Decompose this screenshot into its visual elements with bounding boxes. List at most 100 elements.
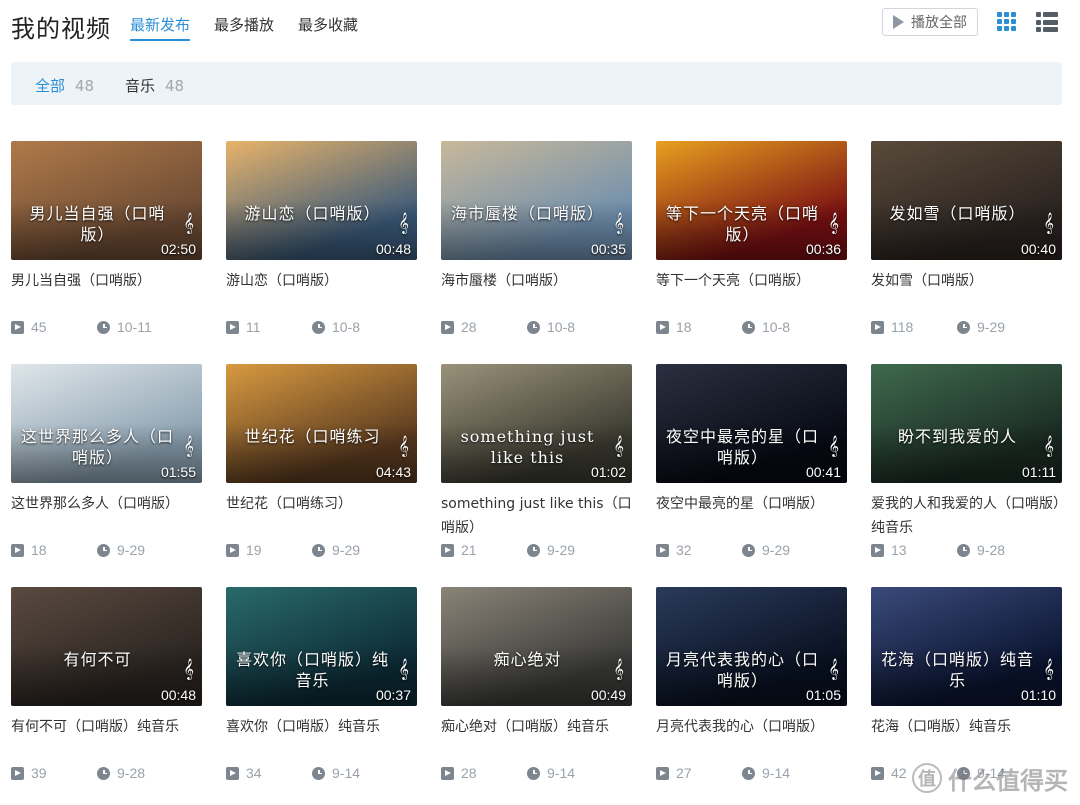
filter-all[interactable]: 全部 48 — [35, 75, 94, 96]
play-count-value: 42 — [891, 765, 907, 781]
upload-date-value: 9-28 — [977, 542, 1006, 558]
play-count-value: 34 — [246, 765, 262, 781]
video-card[interactable]: 痴心绝对 𝄞 00:49 痴心绝对（口哨版）纯音乐 28 9-14 — [441, 587, 632, 797]
video-thumbnail[interactable]: 等下一个天亮（口哨版） 𝄞 00:36 — [656, 141, 847, 260]
video-thumbnail[interactable]: 游山恋（口哨版） 𝄞 00:48 — [226, 141, 417, 260]
video-card[interactable]: 盼不到我爱的人 𝄞 01:11 爱我的人和我爱的人（口哨版）纯音乐 13 9-28 — [871, 364, 1062, 574]
video-meta: 28 10-8 — [441, 319, 632, 337]
video-meta: 27 9-14 — [656, 765, 847, 783]
music-note-icon: 𝄞 — [1043, 213, 1054, 234]
video-card[interactable]: 男儿当自强（口哨版） 𝄞 02:50 男儿当自强（口哨版） 45 10-11 — [11, 141, 202, 351]
video-title[interactable]: 游山恋（口哨版） — [226, 269, 417, 293]
video-thumbnail[interactable]: 世纪花（口哨练习 𝄞 04:43 — [226, 364, 417, 483]
play-count: 32 — [656, 542, 692, 558]
thumbnail-caption: 有何不可 — [63, 650, 132, 669]
play-count-value: 118 — [891, 319, 914, 335]
music-note-icon: 𝄞 — [398, 436, 409, 457]
play-count-icon — [226, 766, 239, 780]
upload-date-value: 9-29 — [547, 542, 576, 558]
clock-icon — [527, 766, 540, 780]
list-view-icon[interactable] — [1036, 12, 1058, 32]
video-card[interactable]: 这世界那么多人（口哨版） 𝄞 01:55 这世界那么多人（口哨版） 18 9-29 — [11, 364, 202, 574]
video-title[interactable]: 等下一个天亮（口哨版） — [656, 269, 847, 293]
video-title[interactable]: 男儿当自强（口哨版） — [11, 269, 202, 293]
video-duration: 01:10 — [1020, 687, 1056, 703]
video-title[interactable]: 世纪花（口哨练习） — [226, 492, 417, 516]
upload-date-value: 9-14 — [332, 765, 361, 781]
video-meta: 39 9-28 — [11, 765, 202, 783]
video-thumbnail[interactable]: 喜欢你（口哨版）纯音乐 𝄞 00:37 — [226, 587, 417, 706]
grid-view-icon[interactable] — [997, 12, 1017, 32]
video-thumbnail[interactable]: 夜空中最亮的星（口哨版） 𝄞 00:41 — [656, 364, 847, 483]
clock-icon — [742, 320, 755, 334]
video-duration: 01:05 — [805, 687, 841, 703]
video-title[interactable]: 海市蜃楼（口哨版） — [441, 269, 632, 293]
video-thumbnail[interactable]: 发如雪（口哨版） 𝄞 00:40 — [871, 141, 1062, 260]
music-note-icon: 𝄞 — [613, 659, 624, 680]
play-count-value: 28 — [461, 319, 477, 335]
video-duration: 01:02 — [590, 464, 626, 480]
video-card[interactable]: 世纪花（口哨练习 𝄞 04:43 世纪花（口哨练习） 19 9-29 — [226, 364, 417, 574]
video-title[interactable]: 月亮代表我的心（口哨版） — [656, 715, 847, 739]
play-all-button[interactable]: 播放全部 — [882, 8, 978, 36]
play-count: 11 — [226, 319, 261, 335]
play-count-icon — [656, 766, 669, 780]
video-duration: 00:36 — [805, 241, 841, 257]
play-count-icon — [226, 320, 239, 334]
video-card[interactable]: 夜空中最亮的星（口哨版） 𝄞 00:41 夜空中最亮的星（口哨版） 32 9-29 — [656, 364, 847, 574]
video-thumbnail[interactable]: 男儿当自强（口哨版） 𝄞 02:50 — [11, 141, 202, 260]
video-thumbnail[interactable]: 花海（口哨版）纯音乐 𝄞 01:10 — [871, 587, 1062, 706]
upload-date-value: 9-29 — [977, 319, 1006, 335]
play-count-value: 21 — [461, 542, 477, 558]
video-duration: 01:11 — [1022, 464, 1056, 480]
thumbnail-caption: 花海（口哨版）纯音乐 — [880, 650, 1034, 690]
video-title[interactable]: 夜空中最亮的星（口哨版） — [656, 492, 847, 516]
video-duration: 00:35 — [590, 241, 626, 257]
video-title[interactable]: 痴心绝对（口哨版）纯音乐 — [441, 715, 632, 739]
music-note-icon: 𝄞 — [398, 213, 409, 234]
play-count-value: 18 — [676, 319, 692, 335]
upload-date: 9-29 — [97, 542, 145, 558]
video-meta: 11 10-8 — [226, 319, 417, 337]
video-thumbnail[interactable]: 月亮代表我的心（口哨版） 𝄞 01:05 — [656, 587, 847, 706]
video-title[interactable]: something just like this（口哨版） — [441, 492, 632, 540]
play-count-icon — [656, 320, 669, 334]
video-thumbnail[interactable]: 盼不到我爱的人 𝄞 01:11 — [871, 364, 1062, 483]
video-thumbnail[interactable]: 海市蜃楼（口哨版） 𝄞 00:35 — [441, 141, 632, 260]
video-thumbnail[interactable]: something just like this 𝄞 01:02 — [441, 364, 632, 483]
video-meta: 18 10-8 — [656, 319, 847, 337]
filter-music[interactable]: 音乐 48 — [125, 75, 184, 96]
video-thumbnail[interactable]: 这世界那么多人（口哨版） 𝄞 01:55 — [11, 364, 202, 483]
play-count: 42 — [871, 765, 907, 781]
filter-music-count: 48 — [165, 77, 185, 95]
video-card[interactable]: 有何不可 𝄞 00:48 有何不可（口哨版）纯音乐 39 9-28 — [11, 587, 202, 797]
play-count: 34 — [226, 765, 262, 781]
video-thumbnail[interactable]: 痴心绝对 𝄞 00:49 — [441, 587, 632, 706]
video-title[interactable]: 花海（口哨版）纯音乐 — [871, 715, 1062, 739]
video-title[interactable]: 喜欢你（口哨版）纯音乐 — [226, 715, 417, 739]
video-card[interactable]: 发如雪（口哨版） 𝄞 00:40 发如雪（口哨版） 118 9-29 — [871, 141, 1062, 351]
video-card[interactable]: 喜欢你（口哨版）纯音乐 𝄞 00:37 喜欢你（口哨版）纯音乐 34 9-14 — [226, 587, 417, 797]
tab-most-favorited[interactable]: 最多收藏 — [298, 14, 358, 41]
video-meta: 28 9-14 — [441, 765, 632, 783]
tab-most-played[interactable]: 最多播放 — [214, 14, 274, 41]
tab-latest[interactable]: 最新发布 — [130, 14, 191, 41]
video-title[interactable]: 发如雪（口哨版） — [871, 269, 1062, 293]
video-thumbnail[interactable]: 有何不可 𝄞 00:48 — [11, 587, 202, 706]
clock-icon — [742, 543, 755, 557]
upload-date-value: 10-8 — [762, 319, 791, 335]
play-count-value: 19 — [246, 542, 262, 558]
play-count: 21 — [441, 542, 477, 558]
video-card[interactable]: 游山恋（口哨版） 𝄞 00:48 游山恋（口哨版） 11 10-8 — [226, 141, 417, 351]
video-card[interactable]: 月亮代表我的心（口哨版） 𝄞 01:05 月亮代表我的心（口哨版） 27 9-14 — [656, 587, 847, 797]
video-card[interactable]: something just like this 𝄞 01:02 something … — [441, 364, 632, 574]
play-count: 13 — [871, 542, 907, 558]
video-card[interactable]: 海市蜃楼（口哨版） 𝄞 00:35 海市蜃楼（口哨版） 28 10-8 — [441, 141, 632, 351]
video-title[interactable]: 这世界那么多人（口哨版） — [11, 492, 202, 516]
video-meta: 45 10-11 — [11, 319, 202, 337]
thumbnail-caption: 等下一个天亮（口哨版） — [665, 204, 819, 244]
video-card[interactable]: 等下一个天亮（口哨版） 𝄞 00:36 等下一个天亮（口哨版） 18 10-8 — [656, 141, 847, 351]
video-title[interactable]: 爱我的人和我爱的人（口哨版）纯音乐 — [871, 492, 1062, 540]
video-title[interactable]: 有何不可（口哨版）纯音乐 — [11, 715, 202, 739]
play-count-value: 13 — [891, 542, 907, 558]
